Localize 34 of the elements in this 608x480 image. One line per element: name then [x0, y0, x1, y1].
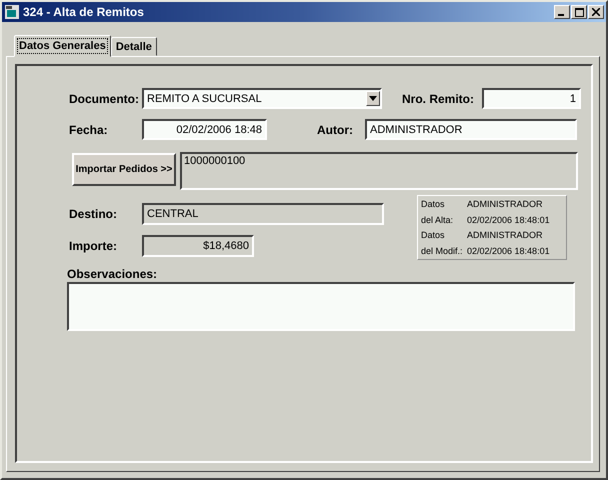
- audit-date: 02/02/2006 18:48:01: [467, 246, 551, 256]
- tab[interactable]: Detalle: [110, 37, 157, 56]
- close-icon: [592, 8, 600, 16]
- input-field[interactable]: ADMINISTRADOR: [365, 119, 577, 140]
- notes-field[interactable]: [67, 282, 575, 331]
- audit-date: 02/02/2006 18:48:01: [467, 214, 551, 225]
- input-field[interactable]: 1: [482, 88, 581, 109]
- close-button[interactable]: [588, 5, 604, 19]
- field-label: Fecha:: [69, 122, 109, 136]
- import-button[interactable]: Importar Pedidos >>: [72, 153, 176, 186]
- field-label: Importe:: [69, 239, 118, 253]
- tab[interactable]: Datos Generales: [14, 35, 111, 57]
- field-label: Observaciones:: [67, 267, 158, 281]
- window-title: 324 - Alta de Remitos: [23, 5, 144, 19]
- date-field[interactable]: 02/02/2006 18:48: [142, 119, 267, 140]
- field-label: Documento:: [69, 92, 140, 106]
- document-dropdown[interactable]: REMITO A SUCURSAL: [142, 88, 382, 109]
- field-label: Nro. Remito:: [402, 92, 474, 106]
- audit-label: del Modif.:: [421, 246, 464, 256]
- input-field[interactable]: $18,4680: [142, 235, 254, 257]
- orders-field[interactable]: 1000000100: [180, 152, 578, 190]
- input-field[interactable]: CENTRAL: [142, 203, 384, 225]
- dropdown-arrow-icon: [369, 96, 377, 101]
- audit-user: ADMINISTRADOR: [467, 230, 544, 240]
- field-label: Autor:: [317, 122, 354, 136]
- maximize-button[interactable]: [571, 5, 587, 19]
- maximize-icon: [574, 8, 584, 16]
- audit-label: Datos: [421, 230, 446, 240]
- app-icon: [4, 4, 20, 20]
- audit-label: del Alta:: [421, 214, 454, 225]
- minimize-button[interactable]: [554, 5, 570, 19]
- field-label: Destino:: [69, 207, 118, 221]
- audit-user: ADMINISTRADOR: [467, 199, 544, 209]
- audit-label: Datos: [421, 199, 446, 209]
